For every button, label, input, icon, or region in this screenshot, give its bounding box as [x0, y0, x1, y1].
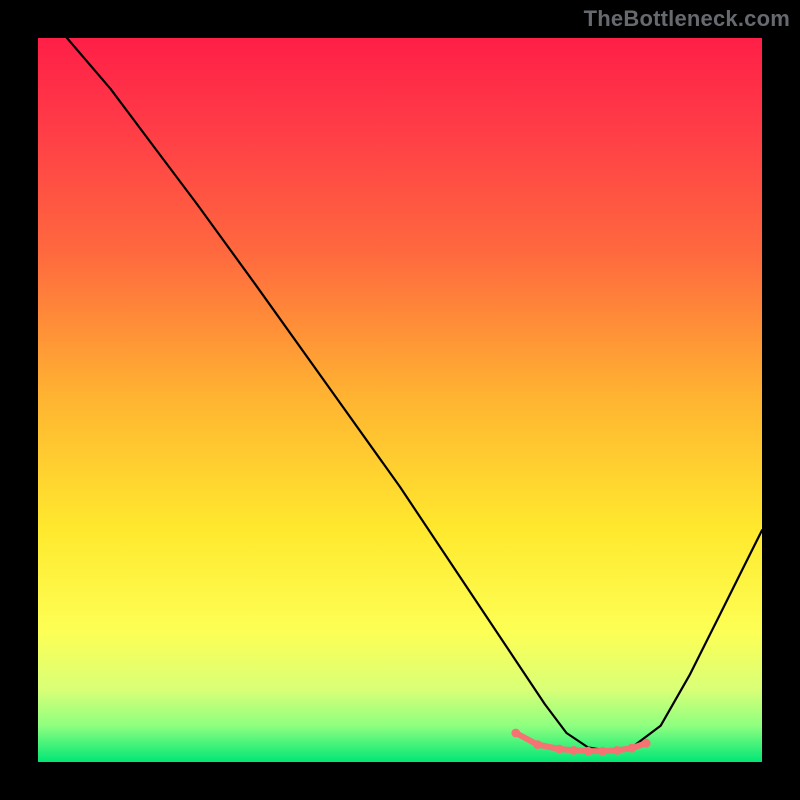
highlight-point [511, 729, 520, 738]
highlight-point [584, 747, 593, 756]
highlight-point [569, 746, 578, 755]
plot-svg [38, 38, 762, 762]
chart-frame: TheBottleneck.com [0, 0, 800, 800]
highlight-point [555, 745, 564, 754]
gradient-background [38, 38, 762, 762]
highlight-point [533, 740, 542, 749]
plot-area [38, 38, 762, 762]
watermark: TheBottleneck.com [584, 6, 790, 32]
highlight-point [598, 747, 607, 756]
highlight-point [613, 746, 622, 755]
highlight-point [642, 739, 651, 748]
highlight-point [627, 744, 636, 753]
